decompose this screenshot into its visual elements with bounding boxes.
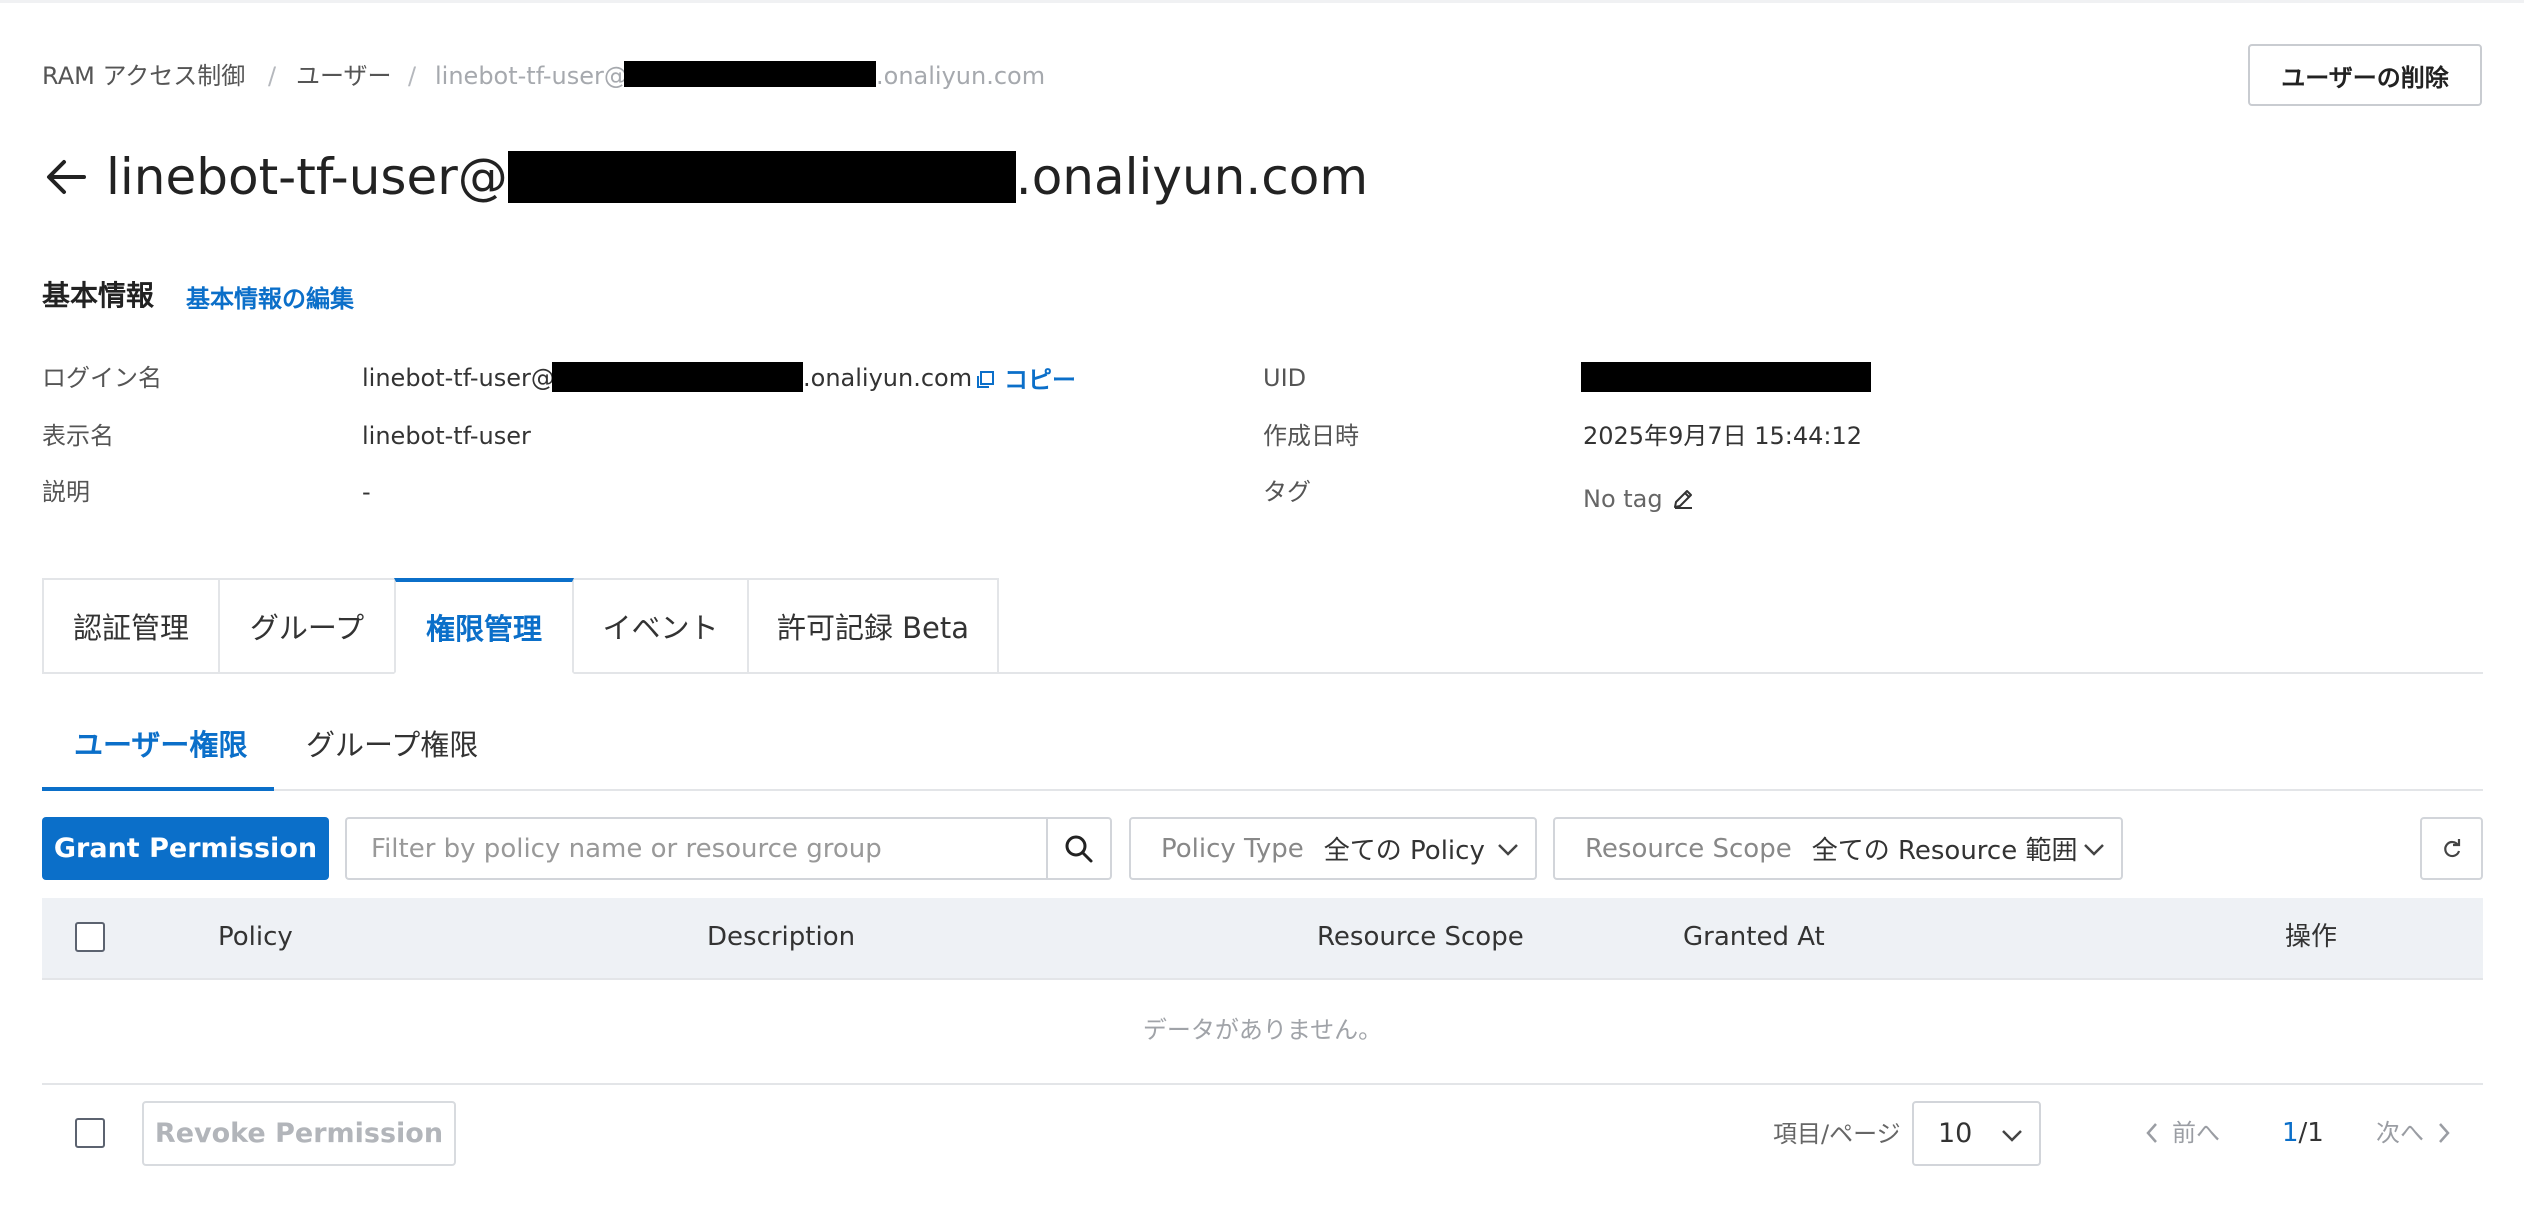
login-name-suffix: .onaliyun.com [803, 364, 973, 392]
breadcrumb-users[interactable]: ユーザー [296, 60, 392, 92]
breadcrumb-separator: / [408, 62, 417, 90]
copy-label: コピー [1004, 366, 1076, 394]
delete-user-button[interactable]: ユーザーの削除 [2248, 44, 2482, 106]
footer-select-all-checkbox[interactable] [75, 1118, 105, 1148]
copy-icon [974, 369, 996, 391]
redacted-block [1581, 362, 1871, 392]
chevron-down-icon [2081, 837, 2107, 870]
tab-events[interactable]: イベント [572, 578, 749, 674]
tab-group[interactable]: グループ [218, 578, 396, 674]
page-indicator: 1/1 [2282, 1116, 2324, 1150]
tab-auth[interactable]: 認証管理 [42, 578, 220, 674]
subtabs-divider [42, 789, 2483, 791]
next-label: 次へ [2376, 1119, 2424, 1147]
login-name-prefix: linebot-tf-user@ [362, 364, 555, 392]
login-name-label: ログイン名 [42, 364, 162, 392]
search-icon [1064, 834, 1094, 864]
created-label: 作成日時 [1263, 422, 1359, 450]
top-divider [0, 0, 2524, 3]
refresh-button[interactable] [2420, 817, 2483, 880]
tag-label: タグ [1263, 478, 1311, 506]
subtab-user-permissions[interactable]: ユーザー権限 [74, 726, 247, 764]
basic-info-title: 基本情報 [42, 279, 155, 312]
edit-basic-info-link[interactable]: 基本情報の編集 [186, 283, 354, 315]
copy-button[interactable]: コピー [974, 364, 1076, 396]
resource-scope-select[interactable]: Resource Scope 全ての Resource 範囲 [1553, 817, 2123, 880]
tab-permission-records[interactable]: 許可記録 Beta [747, 578, 999, 674]
redacted-block [624, 61, 876, 87]
uid-label: UID [1263, 364, 1307, 392]
subtab-active-indicator [42, 787, 274, 791]
title-suffix: .onaliyun.com [1015, 148, 1369, 206]
display-name-value: linebot-tf-user [362, 422, 531, 450]
page-title: linebot-tf-user@ .onaliyun.com [42, 145, 1368, 209]
policy-type-select[interactable]: Policy Type 全ての Policy [1129, 817, 1537, 880]
policy-type-label: Policy Type [1161, 833, 1304, 864]
refresh-icon [2440, 837, 2464, 861]
column-resource-scope: Resource Scope [1317, 922, 1524, 952]
arrow-left-icon[interactable] [42, 153, 90, 201]
chevron-left-icon [2142, 1120, 2162, 1146]
redacted-block [507, 151, 1016, 203]
display-name-label: 表示名 [42, 422, 114, 450]
column-policy: Policy [218, 922, 293, 952]
description-label: 説明 [42, 478, 90, 506]
prev-page-button[interactable]: 前へ [2142, 1116, 2220, 1150]
per-page-label: 項目/ページ [1773, 1120, 1901, 1148]
grant-permission-button[interactable]: Grant Permission [42, 817, 329, 880]
breadcrumb-ram[interactable]: RAM アクセス制御 [42, 60, 245, 92]
tab-permissions[interactable]: 権限管理 [394, 578, 574, 674]
breadcrumb-current-prefix: linebot-tf-user@ [435, 62, 628, 90]
no-tag-text: No tag [1583, 485, 1663, 513]
prev-label: 前へ [2172, 1119, 2220, 1147]
select-all-checkbox[interactable] [75, 922, 105, 952]
column-actions: 操作 [2285, 922, 2338, 952]
per-page-value: 10 [1938, 1118, 1973, 1149]
search-input[interactable]: Filter by policy name or resource group [345, 817, 1048, 880]
redacted-block [552, 362, 803, 392]
edit-pencil-icon[interactable] [1671, 487, 1695, 511]
breadcrumb-separator: / [268, 62, 277, 90]
description-value: - [362, 478, 371, 506]
chevron-down-icon [1999, 1123, 2025, 1156]
created-value: 2025年9月7日 15:44:12 [1583, 422, 1863, 450]
current-page: 1 [2282, 1118, 2299, 1148]
breadcrumb-current-suffix: .onaliyun.com [876, 62, 1046, 90]
table-header [42, 898, 2483, 980]
table-bottom-divider [42, 1083, 2483, 1085]
search-button[interactable] [1046, 817, 1112, 880]
revoke-permission-button[interactable]: Revoke Permission [142, 1101, 456, 1166]
per-page-select[interactable]: 10 [1912, 1101, 2041, 1166]
chevron-down-icon [1495, 837, 1521, 870]
resource-scope-label: Resource Scope [1585, 833, 1792, 864]
column-granted-at: Granted At [1683, 922, 1825, 952]
policy-type-value: 全ての Policy [1323, 836, 1485, 866]
empty-state-text: データがありません。 [1142, 1016, 1383, 1044]
chevron-right-icon [2434, 1120, 2454, 1146]
tag-value: No tag [1583, 483, 1695, 515]
next-page-button[interactable]: 次へ [2376, 1116, 2454, 1150]
column-description: Description [707, 922, 856, 952]
resource-scope-value: 全ての Resource 範囲 [1811, 836, 2078, 866]
total-pages: /1 [2298, 1118, 2324, 1148]
subtab-group-permissions[interactable]: グループ権限 [306, 726, 478, 764]
title-prefix: linebot-tf-user@ [106, 148, 508, 206]
